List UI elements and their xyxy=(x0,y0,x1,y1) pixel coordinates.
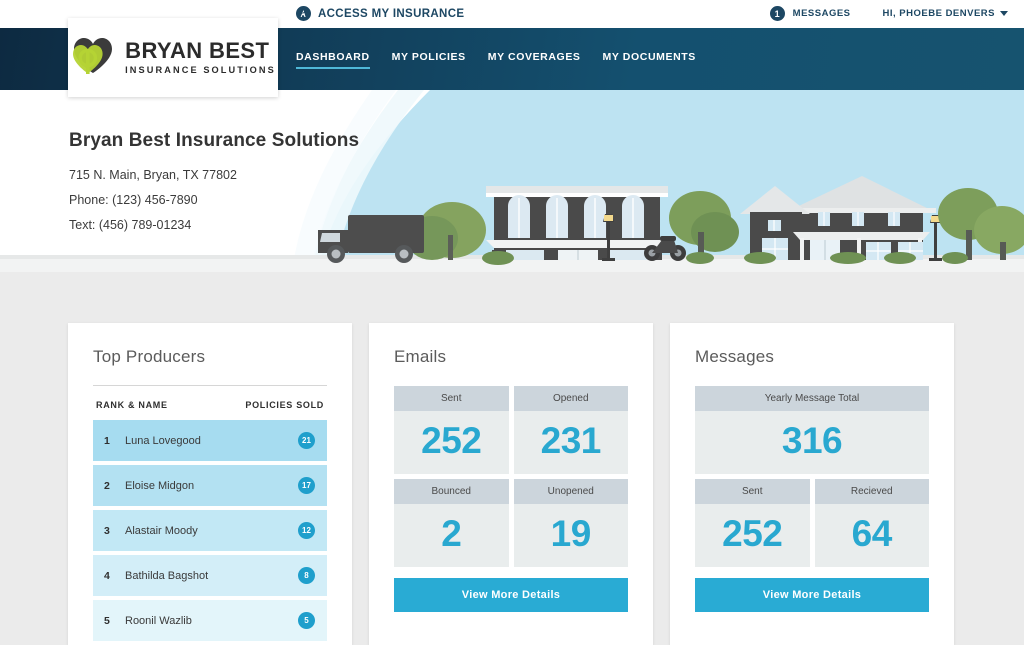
agency-phone: Phone: (123) 456-7890 xyxy=(69,193,359,207)
stat-label: Opened xyxy=(514,386,629,411)
logo-company-name: BRYAN BEST xyxy=(125,40,276,62)
stat-value: 252 xyxy=(394,411,509,474)
policies-sold-badge: 8 xyxy=(298,567,315,584)
policies-sold-badge: 17 xyxy=(298,477,315,494)
stat-tile-unopened: Unopened 19 xyxy=(514,479,629,567)
messages-view-more-details-button[interactable]: View More Details xyxy=(695,578,929,612)
table-row[interactable]: 2 Eloise Midgon 17 xyxy=(93,465,327,506)
nav-item-my-policies[interactable]: MY POLICIES xyxy=(392,51,466,69)
nav-item-label: MY COVERAGES xyxy=(488,51,581,63)
policies-sold-badge: 12 xyxy=(298,522,315,539)
producer-name: Bathilda Bagshot xyxy=(125,570,298,582)
messages-label: MESSAGES xyxy=(793,8,851,19)
table-row[interactable]: 5 Roonil Wazlib 5 xyxy=(93,600,327,641)
stat-label: Bounced xyxy=(394,479,509,504)
emails-view-more-details-button[interactable]: View More Details xyxy=(394,578,628,612)
interlocking-hearts-logo-icon xyxy=(70,34,116,81)
stat-label: Sent xyxy=(394,386,509,411)
stat-value: 64 xyxy=(815,504,930,567)
stat-value: 231 xyxy=(514,411,629,474)
stat-tile-sent: Sent 252 xyxy=(695,479,810,567)
column-header-policies-sold: POLICIES SOLD xyxy=(245,400,324,410)
producer-name: Luna Lovegood xyxy=(125,435,298,447)
stat-tile-yearly-message-total: Yearly Message Total 316 xyxy=(695,386,929,474)
stat-label: Recieved xyxy=(815,479,930,504)
nav-item-my-coverages[interactable]: MY COVERAGES xyxy=(488,51,581,69)
stat-label: Yearly Message Total xyxy=(695,386,929,411)
agency-logo-panel[interactable]: BRYAN BEST INSURANCE SOLUTIONS xyxy=(68,18,278,97)
chevron-down-icon xyxy=(1000,11,1008,16)
stat-value: 2 xyxy=(394,504,509,567)
nav-item-dashboard[interactable]: DASHBOARD xyxy=(296,51,370,69)
producer-name: Eloise Midgon xyxy=(125,480,298,492)
emails-stat-grid: Sent 252 Opened 231 Bounced 2 Unopened 1… xyxy=(394,386,628,567)
producer-rank: 3 xyxy=(104,525,125,537)
messages-count-badge: 1 xyxy=(770,6,785,21)
dashboard-cards: Top Producers RANK & NAME POLICIES SOLD … xyxy=(68,323,954,645)
producer-rank: 1 xyxy=(104,435,125,447)
stat-label: Unopened xyxy=(514,479,629,504)
messages-title: Messages xyxy=(695,347,929,367)
policies-sold-badge: 21 xyxy=(298,432,315,449)
app-brand[interactable]: ACCESS MY INSURANCE xyxy=(296,6,464,21)
emails-title: Emails xyxy=(394,347,628,367)
top-producers-card: Top Producers RANK & NAME POLICIES SOLD … xyxy=(68,323,352,645)
table-row[interactable]: 3 Alastair Moody 12 xyxy=(93,510,327,551)
top-producers-table-header: RANK & NAME POLICIES SOLD xyxy=(93,386,327,420)
stat-value: 316 xyxy=(695,411,929,474)
utility-right-group: 1 MESSAGES HI, PHOEBE DENVERS xyxy=(770,6,1008,21)
messages-card: Messages Yearly Message Total 316 Sent 2… xyxy=(670,323,954,645)
nav-item-label: DASHBOARD xyxy=(296,51,370,63)
stat-tile-recieved: Recieved 64 xyxy=(815,479,930,567)
app-brand-label: ACCESS MY INSURANCE xyxy=(318,8,464,20)
stat-tile-opened: Opened 231 xyxy=(514,386,629,474)
agency-address: 715 N. Main, Bryan, TX 77802 xyxy=(69,168,359,182)
producer-rank: 2 xyxy=(104,480,125,492)
circle-a-logo-icon xyxy=(296,6,311,21)
producer-rank: 4 xyxy=(104,570,125,582)
user-menu[interactable]: HI, PHOEBE DENVERS xyxy=(883,8,1008,19)
agency-text-number: Text: (456) 789-01234 xyxy=(69,218,359,232)
messages-link[interactable]: 1 MESSAGES xyxy=(770,6,851,21)
nav-item-label: MY DOCUMENTS xyxy=(603,51,696,63)
nav-item-my-documents[interactable]: MY DOCUMENTS xyxy=(603,51,696,69)
table-row[interactable]: 4 Bathilda Bagshot 8 xyxy=(93,555,327,596)
stat-tile-bounced: Bounced 2 xyxy=(394,479,509,567)
producer-rank: 5 xyxy=(104,615,125,627)
logo-tagline: INSURANCE SOLUTIONS xyxy=(125,65,276,75)
nav-item-label: MY POLICIES xyxy=(392,51,466,63)
nav-menu: DASHBOARD MY POLICIES MY COVERAGES MY DO… xyxy=(296,51,696,69)
stat-value: 19 xyxy=(514,504,629,567)
hero-banner: Bryan Best Insurance Solutions 715 N. Ma… xyxy=(0,90,1024,272)
column-header-rank-name: RANK & NAME xyxy=(96,400,168,410)
user-greeting-label: HI, PHOEBE DENVERS xyxy=(883,8,995,19)
producer-name: Roonil Wazlib xyxy=(125,615,298,627)
stat-value: 252 xyxy=(695,504,810,567)
messages-stat-grid: Yearly Message Total 316 Sent 252 Reciev… xyxy=(695,386,929,567)
agency-info: Bryan Best Insurance Solutions 715 N. Ma… xyxy=(69,130,359,232)
emails-card: Emails Sent 252 Opened 231 Bounced 2 Uno… xyxy=(369,323,653,645)
policies-sold-badge: 5 xyxy=(298,612,315,629)
stat-tile-sent: Sent 252 xyxy=(394,386,509,474)
producer-name: Alastair Moody xyxy=(125,525,298,537)
stat-label: Sent xyxy=(695,479,810,504)
page-title: Bryan Best Insurance Solutions xyxy=(69,130,359,152)
top-producers-title: Top Producers xyxy=(93,347,327,367)
table-row[interactable]: 1 Luna Lovegood 21 xyxy=(93,420,327,461)
